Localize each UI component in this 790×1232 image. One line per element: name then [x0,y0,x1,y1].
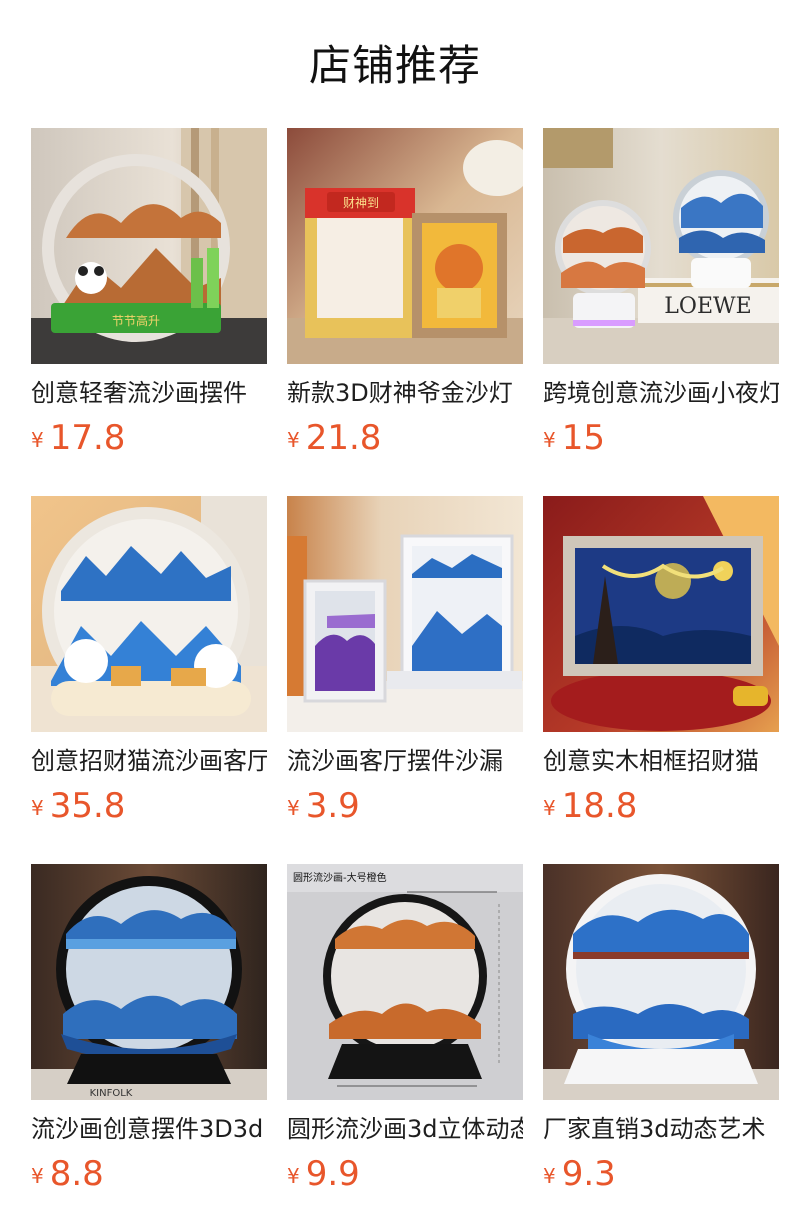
product-card[interactable]: LOEWE 跨境创意流沙画小夜灯 ¥15 [543,128,779,468]
product-card[interactable]: 创意实木相框招财猫 ¥18.8 [543,496,779,836]
product-image[interactable]: 圆形流沙画-大号橙色 [287,864,523,1100]
price-value: 8.8 [49,1154,104,1194]
price-value: 35.8 [49,786,126,826]
currency-symbol: ¥ [287,796,300,820]
product-price: ¥9.9 [287,1152,360,1196]
price-value: 21.8 [305,418,382,458]
product-image[interactable]: 财神到 [287,128,523,364]
product-image[interactable] [543,496,779,732]
price-value: 3.9 [305,786,360,826]
product-card[interactable]: KINFOLK 流沙画创意摆件3D3d ¥8.8 [31,864,267,1204]
product-price: ¥21.8 [287,416,381,460]
product-image[interactable] [31,496,267,732]
image-caption: KINFOLK [90,1088,133,1099]
product-price: ¥18.8 [543,784,637,828]
product-image[interactable] [543,864,779,1100]
product-name[interactable]: 流沙画客厅摆件沙漏 [287,744,523,778]
product-name[interactable]: 创意实木相框招财猫 [543,744,779,778]
price-value: 9.9 [305,1154,360,1194]
product-image[interactable]: 节节高升 [31,128,267,364]
currency-symbol: ¥ [31,796,44,820]
product-card[interactable]: 财神到 新款3D财神爷金沙灯 ¥21.8 [287,128,523,468]
product-card[interactable]: 节节高升 创意轻奢流沙画摆件 ¥17.8 [31,128,267,468]
page-title: 店铺推荐 [308,41,481,90]
image-caption: 财神到 [343,196,379,210]
product-card[interactable]: 创意招财猫流沙画客厅 ¥35.8 [31,496,267,836]
product-name[interactable]: 创意招财猫流沙画客厅 [31,744,267,778]
currency-symbol: ¥ [543,1164,556,1188]
image-caption: 节节高升 [112,313,160,328]
product-price: ¥3.9 [287,784,360,828]
product-image[interactable] [287,496,523,732]
currency-symbol: ¥ [31,428,44,452]
currency-symbol: ¥ [287,1164,300,1188]
currency-symbol: ¥ [31,1164,44,1188]
product-card[interactable]: 厂家直销3d动态艺术 ¥9.3 [543,864,779,1204]
product-card[interactable]: 圆形流沙画-大号橙色 圆形流沙画3d立体动态 ¥9.9 [287,864,523,1204]
price-value: 15 [561,418,605,458]
image-caption: 圆形流沙画-大号橙色 [293,871,387,884]
currency-symbol: ¥ [543,796,556,820]
product-name[interactable]: 流沙画创意摆件3D3d [31,1112,267,1146]
product-price: ¥15 [543,416,605,460]
product-card[interactable]: 流沙画客厅摆件沙漏 ¥3.9 [287,496,523,836]
image-caption: LOEWE [664,294,751,319]
currency-symbol: ¥ [287,428,300,452]
shop-recommendation-page: 店铺推荐 节节高升 创意轻奢流沙画摆件 ¥ 17.8 财神到 新款3D财神爷金沙… [0,0,790,1232]
product-price: ¥9.3 [543,1152,616,1196]
product-price: ¥17.8 [31,416,125,460]
product-price: ¥8.8 [31,1152,104,1196]
price-value: 18.8 [561,786,638,826]
product-name[interactable]: 厂家直销3d动态艺术 [543,1112,779,1146]
product-name[interactable]: 创意轻奢流沙画摆件 [31,376,267,410]
product-name[interactable]: 跨境创意流沙画小夜灯 [543,376,779,410]
product-image[interactable]: LOEWE [543,128,779,364]
product-image[interactable]: KINFOLK [31,864,267,1100]
price-value: 9.3 [561,1154,616,1194]
currency-symbol: ¥ [543,428,556,452]
product-name[interactable]: 新款3D财神爷金沙灯 [287,376,523,410]
price-value: 17.8 [49,418,126,458]
product-price: ¥35.8 [31,784,125,828]
product-name[interactable]: 圆形流沙画3d立体动态 [287,1112,523,1146]
